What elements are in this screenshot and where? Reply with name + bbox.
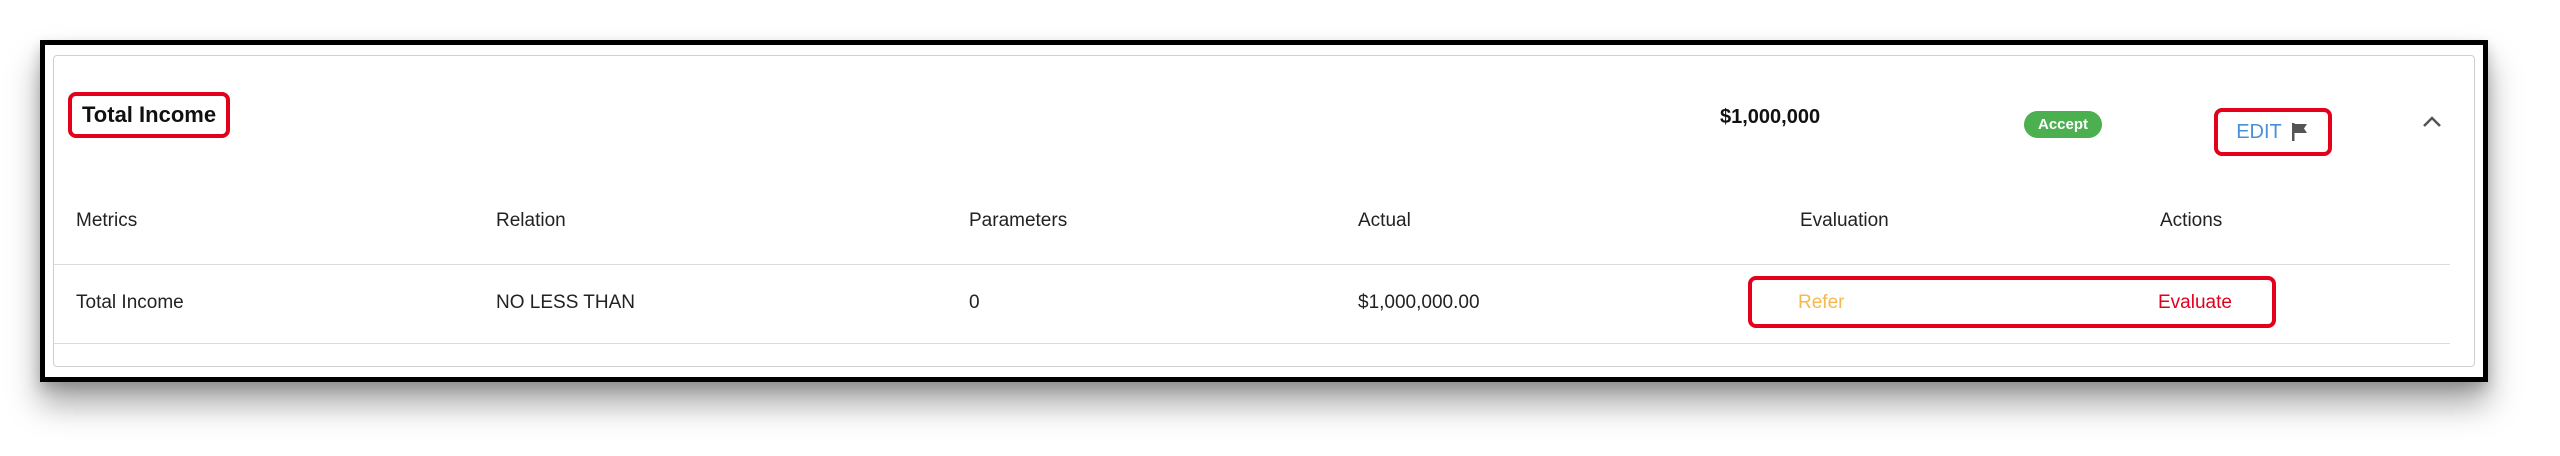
row-divider [54,343,2450,344]
column-header-actions: Actions [2160,210,2223,231]
cell-parameter: 0 [969,292,980,313]
cell-actual: $1,000,000.00 [1358,292,1480,313]
section-title: Total Income [68,92,231,138]
flag-icon [2291,123,2307,141]
evaluate-action-link[interactable]: Evaluate [2158,292,2232,314]
section-amount: $1,000,000 [1720,106,1821,128]
cell-metric: Total Income [76,292,184,313]
status-badge: Accept [2024,111,2103,138]
column-header-parameters: Parameters [969,210,1068,231]
chevron-up-icon[interactable] [2419,112,2445,132]
edit-label: EDIT [2236,120,2282,143]
column-header-relation: Relation [496,210,566,231]
cell-evaluation-refer: Refer [1798,292,1845,313]
total-income-card: Total Income $1,000,000 Accept EDIT Metr… [53,55,2475,367]
edit-button[interactable]: EDIT [2214,108,2332,156]
column-header-actual: Actual [1358,210,1411,231]
column-header-metrics: Metrics [76,210,138,231]
screenshot-frame: Total Income $1,000,000 Accept EDIT Metr… [40,40,2488,382]
header-divider [54,264,2450,265]
cell-relation: NO LESS THAN [496,292,636,313]
column-header-evaluation: Evaluation [1800,210,1889,231]
